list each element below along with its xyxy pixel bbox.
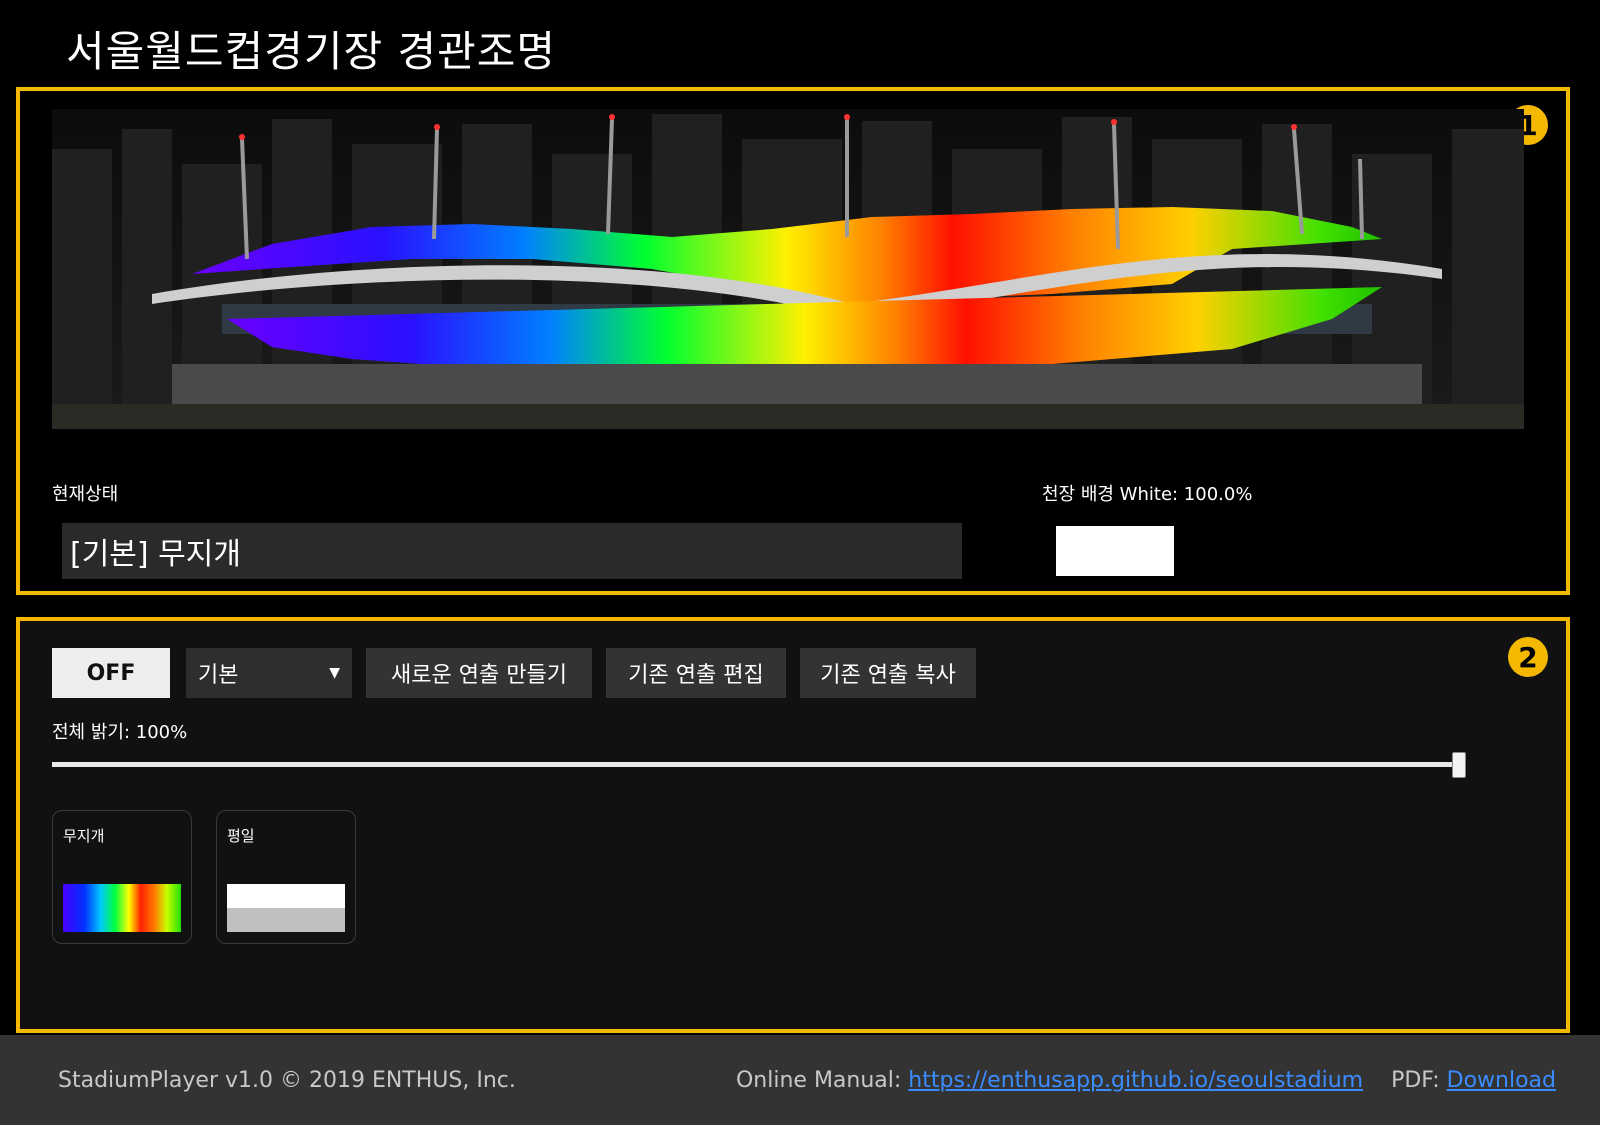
ceiling-background-label: 천장 배경 White: 100.0% bbox=[1042, 484, 1253, 505]
off-button[interactable]: OFF bbox=[52, 648, 170, 698]
brightness-slider-thumb[interactable] bbox=[1452, 752, 1466, 778]
status-panel: 1 현재상태 [기본] 무지개 천장 배경 White: 100.0% bbox=[16, 87, 1570, 595]
manual-link[interactable]: https://enthusapp.github.io/seoulstadium bbox=[908, 1068, 1363, 1093]
page-title: 서울월드컵경기장 경관조명 bbox=[66, 27, 557, 76]
chevron-down-icon: ▼ bbox=[329, 665, 340, 681]
preset-name: 평일 bbox=[227, 827, 255, 845]
category-select-value: 기본 bbox=[198, 663, 239, 688]
new-show-button[interactable]: 새로운 연출 만들기 bbox=[366, 648, 592, 698]
ceiling-color-swatch[interactable] bbox=[1056, 526, 1174, 576]
status-value: [기본] 무지개 bbox=[62, 523, 962, 579]
manual-label: Online Manual: bbox=[735, 1068, 902, 1093]
brightness-label: 전체 밝기: 100% bbox=[52, 722, 188, 743]
panel-number-badge: 2 bbox=[1508, 637, 1548, 677]
preset-card-rainbow[interactable]: 무지개 bbox=[52, 810, 192, 944]
brightness-slider-track[interactable] bbox=[52, 762, 1462, 767]
preset-card-weekday[interactable]: 평일 bbox=[216, 810, 356, 944]
status-label: 현재상태 bbox=[52, 484, 119, 505]
pdf-label: PDF: bbox=[1391, 1068, 1440, 1093]
footer-links: Online Manual: https://enthusapp.github.… bbox=[736, 1068, 1556, 1093]
preset-preview-white bbox=[227, 884, 345, 932]
footer: StadiumPlayer v1.0 © 2019 ENTHUS, Inc. O… bbox=[0, 1035, 1600, 1125]
preset-preview-rainbow bbox=[63, 884, 181, 932]
edit-show-button[interactable]: 기존 연출 편집 bbox=[606, 648, 786, 698]
control-panel: 2 OFF 기본 ▼ 새로운 연출 만들기 기존 연출 편집 기존 연출 복사 … bbox=[16, 617, 1570, 1033]
copy-show-button[interactable]: 기존 연출 복사 bbox=[800, 648, 976, 698]
stadium-preview-image bbox=[52, 109, 1524, 429]
category-select[interactable]: 기본 ▼ bbox=[186, 648, 352, 698]
pdf-download-link[interactable]: Download bbox=[1447, 1068, 1556, 1093]
copyright-text: StadiumPlayer v1.0 © 2019 ENTHUS, Inc. bbox=[58, 1068, 516, 1093]
preset-name: 무지개 bbox=[63, 827, 105, 845]
